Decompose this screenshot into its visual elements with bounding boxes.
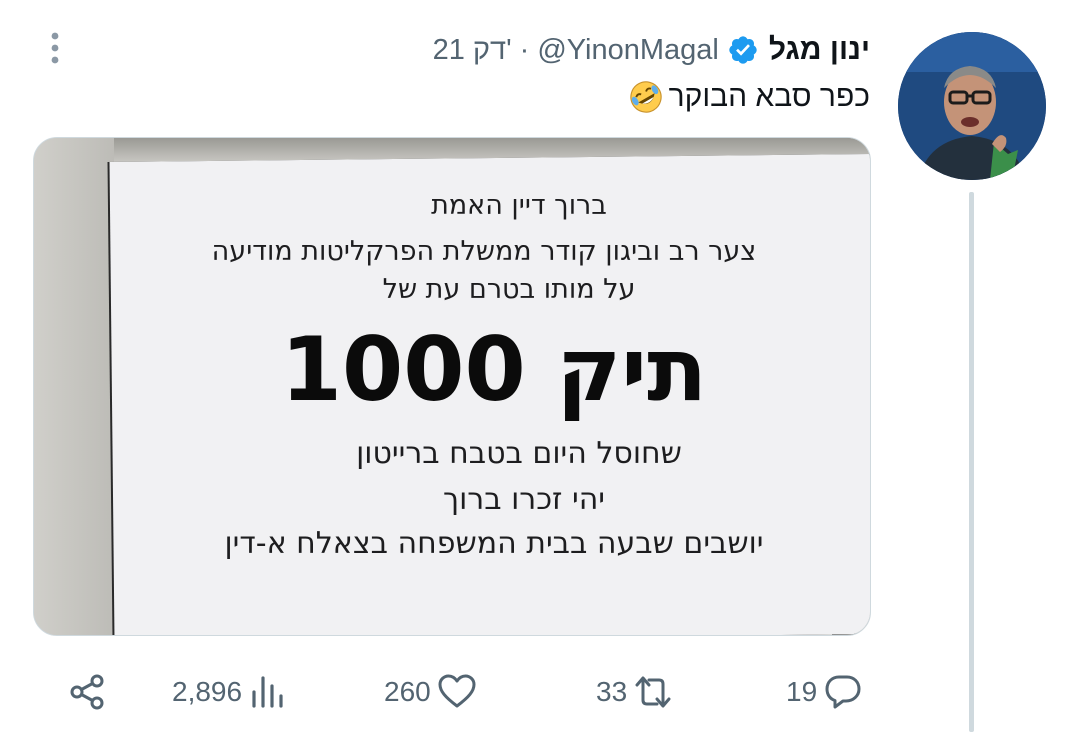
tweet-meta: @YinonMagal · 21 דק'	[433, 34, 719, 67]
meta-separator: ·	[519, 33, 530, 66]
author-display-name[interactable]: ינון מגל	[769, 33, 870, 67]
notice-headline: תיק 1000	[280, 318, 708, 421]
notice-line-1: ברוך דיין האמת	[431, 190, 607, 221]
replies-count: 19	[786, 676, 818, 707]
thread-line	[969, 192, 974, 732]
reply-bubble-icon	[825, 675, 861, 709]
verified-badge-icon	[729, 36, 757, 64]
views-count: 2,896	[172, 676, 243, 707]
notice-line-3: על מותו בטרם עת של	[382, 274, 636, 305]
like-button[interactable]: 260	[378, 666, 477, 718]
avatar-photo	[898, 32, 1046, 180]
photo-background-wall	[34, 138, 114, 635]
notice-line-6: יהי זכרו ברוך	[442, 482, 605, 517]
reply-button[interactable]: 19	[780, 666, 863, 718]
retweet-button[interactable]: 33	[590, 666, 673, 718]
views-button[interactable]: 2,896	[166, 666, 288, 718]
tweet-header: ינון מגל @YinonMagal · 21 דק'	[433, 30, 870, 70]
views-chart-icon	[252, 676, 283, 708]
retweets-count: 33	[596, 676, 628, 707]
tweet-timestamp[interactable]: 21 דק'	[433, 34, 512, 67]
likes-count: 260	[384, 676, 431, 707]
tweet-text: כפר סבא הבוקר	[629, 80, 870, 114]
notice-line-7: יושבים שבעה בבית המשפחה בצאלח א-דין	[224, 526, 764, 561]
share-icon	[70, 674, 104, 710]
rolling-on-floor-laughing-emoji-icon	[629, 81, 662, 113]
heart-icon	[438, 674, 476, 708]
tweet-text-content: כפר סבא הבוקר	[668, 80, 870, 113]
share-button[interactable]	[68, 666, 108, 718]
retweet-icon	[635, 676, 671, 708]
author-handle[interactable]: @YinonMagal	[537, 34, 719, 67]
author-avatar[interactable]	[898, 32, 1046, 180]
more-options-icon[interactable]	[40, 28, 70, 68]
notice-line-2: צער רב וביגון קודר ממשלת הפרקליטות מודיע…	[211, 236, 757, 267]
notice-line-5: שחוסל היום בטבח ברייטון	[356, 436, 682, 471]
tweet-media-image[interactable]: ברוך דיין האמת צער רב וביגון קודר ממשלת …	[33, 137, 871, 636]
